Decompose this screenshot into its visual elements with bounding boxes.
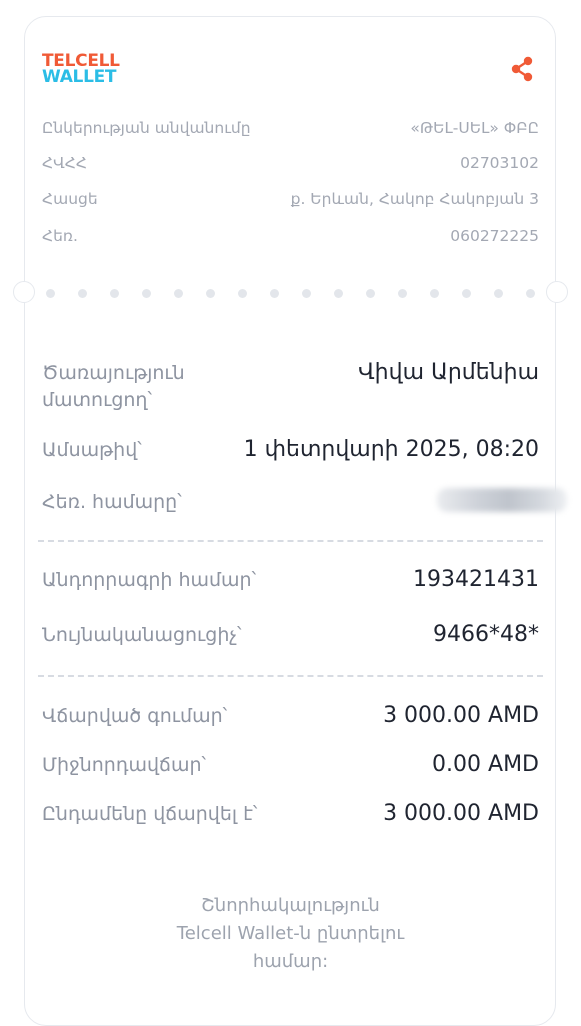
date-label: Ամսաթիվ՝ bbox=[42, 439, 142, 461]
receipt-number-row: Անդորրագրի համար՝ 193421431 bbox=[42, 567, 539, 597]
fee-label: Միջնորդավճար՝ bbox=[42, 754, 207, 776]
paid-amount-label: Վճարված գումար՝ bbox=[42, 705, 228, 727]
phone-number-redacted bbox=[437, 488, 567, 512]
identifier-label: Նույնականացուցիչ՝ bbox=[42, 624, 242, 646]
date-value: 1 փետրվարի 2025, 08:20 bbox=[243, 437, 539, 462]
telcell-wallet-logo: TELCELL WALLET bbox=[42, 51, 120, 87]
total-value: 3 000.00 AMD bbox=[383, 801, 539, 826]
dashed-divider bbox=[38, 540, 543, 542]
company-address-row: Հասցե ք. Երևան, Հակոբ Հակոբյան 3 bbox=[42, 190, 539, 212]
date-row: Ամսաթիվ՝ 1 փետրվարի 2025, 08:20 bbox=[42, 437, 539, 467]
paid-amount-value: 3 000.00 AMD bbox=[383, 703, 539, 728]
receipt-number-value: 193421431 bbox=[413, 567, 539, 592]
company-name-label: Ընկերության անվանումը bbox=[42, 119, 251, 137]
fee-value: 0.00 AMD bbox=[432, 752, 539, 777]
total-label: Ընդամենը վճարվել է՝ bbox=[42, 803, 258, 825]
fee-row: Միջնորդավճար՝ 0.00 AMD bbox=[42, 752, 539, 782]
perforation-divider bbox=[18, 286, 563, 300]
provider-value: Վիվա Արմենիա bbox=[358, 360, 539, 385]
company-address-label: Հասցե bbox=[42, 190, 98, 208]
company-name-value: «ԹԵԼ-ՍԵԼ» ՓԲԸ bbox=[410, 119, 539, 137]
company-tin-value: 02703102 bbox=[460, 154, 539, 172]
identifier-value: 9466*48* bbox=[433, 622, 539, 647]
company-phone-row: Հեռ. 060272225 bbox=[42, 227, 539, 249]
company-tin-label: ՀՎՀՀ bbox=[42, 154, 87, 172]
company-phone-value: 060272225 bbox=[450, 227, 539, 245]
phone-number-label: Հեռ. համարը՝ bbox=[42, 491, 182, 513]
total-row: Ընդամենը վճարվել է՝ 3 000.00 AMD bbox=[42, 801, 539, 831]
receipt-number-label: Անդորրագրի համար՝ bbox=[42, 569, 257, 591]
dashed-divider bbox=[38, 675, 543, 677]
share-icon[interactable] bbox=[508, 55, 536, 83]
company-address-value: ք. Երևան, Հակոբ Հակոբյան 3 bbox=[290, 190, 539, 208]
provider-label: Ծառայություն մատուցող՝ bbox=[42, 362, 185, 411]
company-phone-label: Հեռ. bbox=[42, 227, 78, 245]
paid-amount-row: Վճարված գումար՝ 3 000.00 AMD bbox=[42, 703, 539, 733]
company-name-row: Ընկերության անվանումը «ԹԵԼ-ՍԵԼ» ՓԲԸ bbox=[42, 119, 539, 141]
company-tin-row: ՀՎՀՀ 02703102 bbox=[42, 154, 539, 176]
provider-row: Ծառայություն մատուցող՝ Վիվա Արմենիա bbox=[42, 360, 539, 416]
thank-you-message: Շնորհակալություն Telcell Wallet-ն ընտրել… bbox=[176, 895, 405, 972]
identifier-row: Նույնականացուցիչ՝ 9466*48* bbox=[42, 622, 539, 652]
